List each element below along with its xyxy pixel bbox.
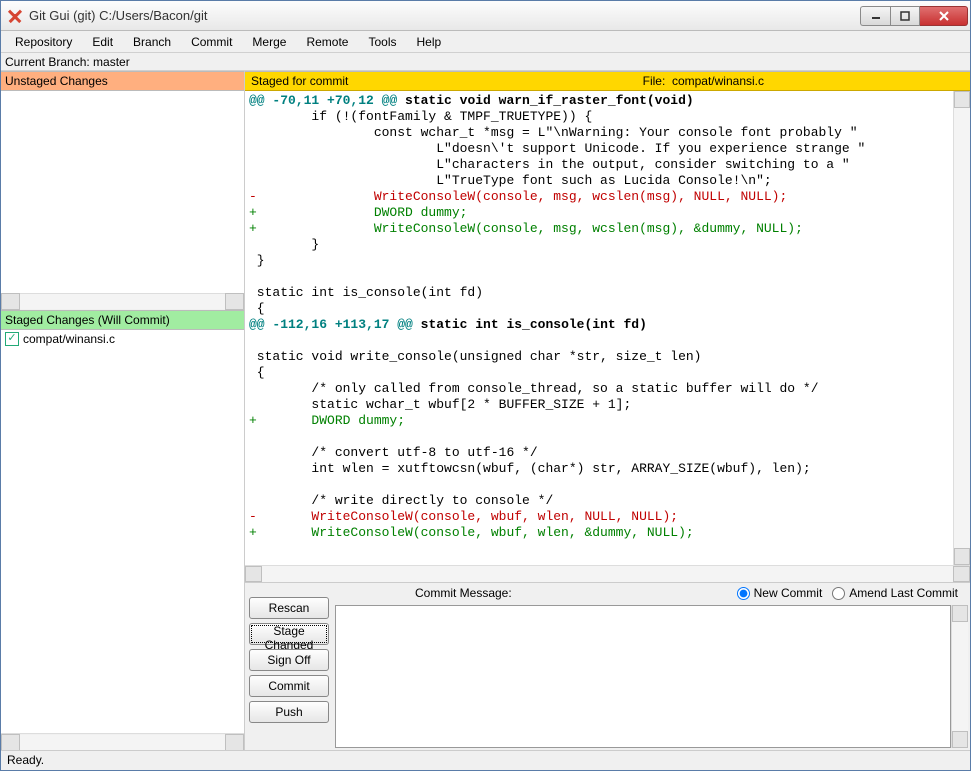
commit-message-input[interactable] <box>335 605 951 748</box>
branch-bar: Current Branch: master <box>1 53 970 71</box>
diff-vscroll[interactable] <box>953 91 970 565</box>
commit-mode-radios: New Commit Amend Last Commit <box>737 586 958 600</box>
push-button[interactable]: Push <box>249 701 329 723</box>
commit-buttons: Rescan Stage Changed Sign Off Commit Push <box>245 583 333 750</box>
commit-textarea-wrap <box>333 603 970 750</box>
diff-area: @@ -70,11 +70,12 @@ static void warn_if_… <box>245 91 970 565</box>
menu-help[interactable]: Help <box>406 33 451 51</box>
sign-off-button[interactable]: Sign Off <box>249 649 329 671</box>
menu-merge[interactable]: Merge <box>242 33 296 51</box>
staged-header: Staged Changes (Will Commit) <box>1 310 244 330</box>
window-title: Git Gui (git) C:/Users/Bacon/git <box>29 8 860 23</box>
menubar: RepositoryEditBranchCommitMergeRemoteToo… <box>1 31 970 53</box>
unstaged-header: Unstaged Changes <box>1 71 244 91</box>
status-bar: Ready. <box>1 750 970 770</box>
app-icon <box>7 8 23 24</box>
new-commit-radio[interactable]: New Commit <box>737 586 823 600</box>
diff-header-label: Staged for commit <box>251 74 348 88</box>
unstaged-hscroll[interactable] <box>1 293 244 310</box>
titlebar: Git Gui (git) C:/Users/Bacon/git <box>1 1 970 31</box>
diff-file-name: compat/winansi.c <box>672 74 764 88</box>
staged-list[interactable]: ✓ compat/winansi.c <box>1 330 244 532</box>
menu-tools[interactable]: Tools <box>358 33 406 51</box>
diff-file-prefix: File: <box>643 74 666 88</box>
window-buttons <box>860 6 968 26</box>
diff-header-file: File: compat/winansi.c <box>643 74 964 88</box>
menu-branch[interactable]: Branch <box>123 33 181 51</box>
app-window: Git Gui (git) C:/Users/Bacon/git Reposit… <box>0 0 971 771</box>
menu-repository[interactable]: Repository <box>5 33 82 51</box>
commit-right: Commit Message: New Commit Amend Last Co… <box>333 583 970 750</box>
diff-content[interactable]: @@ -70,11 +70,12 @@ static void warn_if_… <box>245 91 953 565</box>
commit-button[interactable]: Commit <box>249 675 329 697</box>
rescan-button[interactable]: Rescan <box>249 597 329 619</box>
diff-header: Staged for commit File: compat/winansi.c <box>245 71 970 91</box>
close-button[interactable] <box>920 6 968 26</box>
right-panel: Staged for commit File: compat/winansi.c… <box>245 71 970 750</box>
commit-vscroll[interactable] <box>951 605 968 748</box>
diff-hscroll[interactable] <box>245 565 970 582</box>
menu-commit[interactable]: Commit <box>181 33 242 51</box>
commit-header-row: Commit Message: New Commit Amend Last Co… <box>333 583 970 603</box>
staged-check-icon: ✓ <box>5 332 19 346</box>
maximize-button[interactable] <box>890 6 920 26</box>
staged-file-item[interactable]: ✓ compat/winansi.c <box>1 330 244 348</box>
amend-commit-radio[interactable]: Amend Last Commit <box>832 586 958 600</box>
left-spacer <box>1 531 244 733</box>
left-panel: Unstaged Changes Staged Changes (Will Co… <box>1 71 245 750</box>
staged-hscroll[interactable] <box>1 733 244 750</box>
staged-file-name: compat/winansi.c <box>23 332 115 346</box>
menu-remote[interactable]: Remote <box>296 33 358 51</box>
minimize-button[interactable] <box>860 6 890 26</box>
commit-section: Rescan Stage Changed Sign Off Commit Push Com… <box>245 582 970 750</box>
stage-changed-button[interactable]: Stage Changed <box>249 623 329 645</box>
commit-message-label: Commit Message: <box>415 586 512 600</box>
menu-edit[interactable]: Edit <box>82 33 123 51</box>
unstaged-list[interactable] <box>1 91 244 293</box>
content-area: Unstaged Changes Staged Changes (Will Co… <box>1 71 970 750</box>
